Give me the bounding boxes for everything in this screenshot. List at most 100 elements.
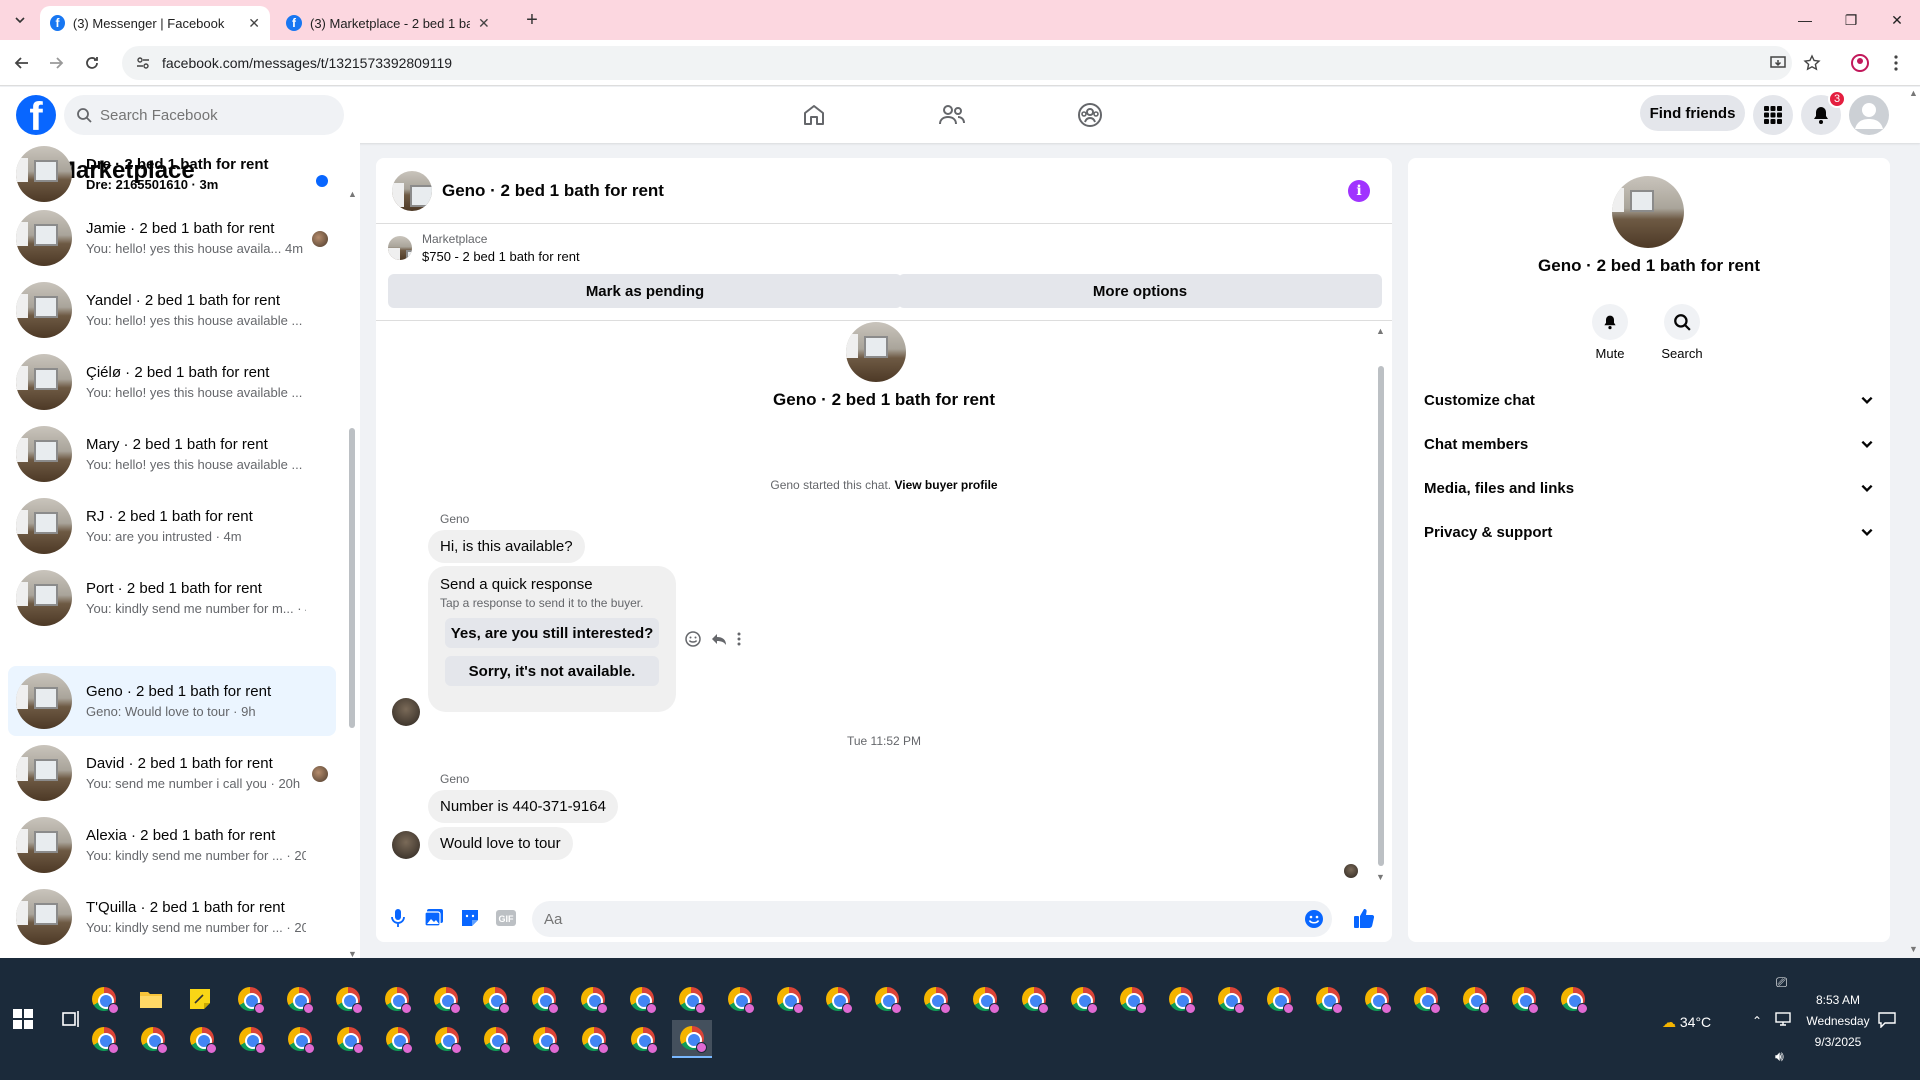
chrome-taskbar-app[interactable] [1014, 980, 1054, 1018]
scroll-up-arrow-icon[interactable]: ▲ [348, 189, 357, 199]
minimize-button[interactable]: — [1782, 0, 1828, 40]
nav-friends[interactable] [932, 95, 972, 135]
chrome-taskbar-app[interactable] [476, 1020, 516, 1058]
quick-response-yes-button[interactable]: Yes, are you still interested? [445, 618, 659, 648]
task-view-icon[interactable] [60, 1008, 82, 1030]
scrollbar-thumb[interactable] [349, 428, 355, 728]
facebook-search[interactable] [64, 95, 344, 135]
reply-icon[interactable] [710, 630, 728, 648]
device-icon[interactable]: ⎚ [1776, 974, 1787, 991]
chrome-taskbar-app[interactable] [720, 980, 760, 1018]
view-buyer-profile-link[interactable]: View buyer profile [894, 478, 997, 492]
facebook-logo[interactable]: f [16, 95, 56, 135]
chrome-taskbar-app[interactable] [623, 1020, 663, 1058]
chrome-taskbar-app[interactable] [328, 980, 368, 1018]
scroll-down-arrow-icon[interactable]: ▼ [1376, 872, 1385, 882]
conversation-item[interactable]: Dre · 2 bed 1 bath for rent Dre: 21655016… [8, 143, 336, 209]
chat-scrollbar[interactable]: ▲ ▼ [1376, 326, 1386, 886]
chrome-taskbar-app[interactable] [622, 980, 662, 1018]
close-tab-icon[interactable]: ✕ [248, 15, 260, 32]
search-input[interactable] [100, 106, 320, 124]
chrome-taskbar-app[interactable] [133, 1020, 173, 1058]
back-button[interactable] [10, 51, 34, 75]
scroll-down-arrow-icon[interactable]: ▼ [348, 949, 357, 958]
chrome-taskbar-app[interactable] [818, 980, 858, 1018]
conversation-item[interactable]: T'Quilla · 2 bed 1 bath for rent You: kin… [8, 882, 336, 952]
tab-search-button[interactable] [8, 8, 32, 32]
chrome-taskbar-app[interactable] [377, 980, 417, 1018]
chrome-taskbar-app[interactable] [965, 980, 1005, 1018]
customize-chat-section[interactable]: Customize chat [1424, 382, 1874, 418]
quick-response-no-button[interactable]: Sorry, it's not available. [445, 656, 659, 686]
browser-tab-marketplace[interactable]: f (3) Marketplace - 2 bed 1 bath ✕ [276, 6, 506, 40]
conversation-item[interactable]: Jamie · 2 bed 1 bath for rent You: hello!… [8, 203, 336, 273]
browser-tab-messenger[interactable]: f (3) Messenger | Facebook ✕ [40, 6, 270, 40]
sticky-notes-taskbar-app[interactable] [180, 980, 220, 1018]
message-input[interactable] [544, 910, 1264, 928]
chrome-taskbar-app[interactable] [916, 980, 956, 1018]
reload-button[interactable] [80, 51, 104, 75]
menu-button[interactable] [1753, 95, 1793, 135]
gif-button[interactable]: GIF [494, 906, 518, 930]
forward-button[interactable] [44, 51, 68, 75]
message-bubble[interactable]: Would love to tour [428, 827, 573, 860]
chrome-taskbar-app[interactable] [867, 980, 907, 1018]
react-emoji-icon[interactable] [684, 630, 702, 648]
mark-as-pending-button[interactable]: Mark as pending [388, 274, 902, 308]
chrome-taskbar-app[interactable] [1259, 980, 1299, 1018]
chrome-taskbar-app[interactable] [1357, 980, 1397, 1018]
chrome-taskbar-app[interactable] [1210, 980, 1250, 1018]
conversation-item[interactable]: Mary · 2 bed 1 bath for rent You: hello! … [8, 419, 336, 489]
chrome-taskbar-app[interactable] [475, 980, 515, 1018]
scroll-up-arrow-icon[interactable]: ▲ [1909, 88, 1918, 98]
profile-button[interactable] [1848, 51, 1872, 75]
conversation-item[interactable]: Yandel · 2 bed 1 bath for rent You: hello… [8, 275, 336, 345]
sticker-button[interactable] [458, 906, 482, 930]
chrome-taskbar-app[interactable] [279, 980, 319, 1018]
restore-button[interactable]: ❐ [1828, 0, 1874, 40]
profile-avatar[interactable] [1612, 176, 1684, 248]
chrome-taskbar-app[interactable] [230, 980, 270, 1018]
search-action[interactable]: Search [1652, 304, 1712, 361]
network-icon[interactable] [1775, 1012, 1791, 1026]
conversation-item-selected[interactable]: Geno · 2 bed 1 bath for rent Geno: Would … [8, 666, 336, 736]
conversation-item[interactable]: RJ · 2 bed 1 bath for rent You: are you i… [8, 491, 336, 561]
conversation-item[interactable]: Çiélø · 2 bed 1 bath for rent You: hello!… [8, 347, 336, 417]
close-window-button[interactable]: ✕ [1874, 0, 1920, 40]
chrome-taskbar-app[interactable] [1161, 980, 1201, 1018]
more-options-button[interactable]: More options [898, 274, 1382, 308]
chrome-taskbar-app[interactable] [574, 1020, 614, 1058]
chrome-taskbar-app[interactable] [1112, 980, 1152, 1018]
chrome-taskbar-app[interactable] [1553, 980, 1593, 1018]
chrome-taskbar-app[interactable] [280, 1020, 320, 1058]
weather-widget[interactable]: ☁ 34°C [1662, 1014, 1711, 1031]
browser-menu-button[interactable] [1884, 51, 1908, 75]
conversation-item[interactable]: Port · 2 bed 1 bath for rent You: kindly … [8, 563, 336, 633]
chat-members-section[interactable]: Chat members [1424, 426, 1874, 462]
privacy-support-section[interactable]: Privacy & support [1424, 514, 1874, 550]
new-tab-button[interactable]: + [520, 8, 544, 32]
windows-start-icon[interactable] [12, 1008, 34, 1030]
chrome-taskbar-app[interactable] [573, 980, 613, 1018]
show-hidden-icons[interactable]: ⌃ [1752, 1014, 1762, 1028]
close-tab-icon[interactable]: ✕ [478, 15, 490, 32]
clock[interactable]: 8:53 AM Wednesday 9/3/2025 [1802, 990, 1874, 1053]
message-bubble[interactable]: Number is 440-371-9164 [428, 790, 618, 823]
media-files-links-section[interactable]: Media, files and links [1424, 470, 1874, 506]
find-friends-button[interactable]: Find friends [1640, 95, 1745, 131]
volume-icon[interactable]: 🔊︎ [1775, 1048, 1784, 1065]
emoji-icon[interactable] [1304, 909, 1324, 929]
scroll-down-arrow-icon[interactable]: ▼ [1909, 944, 1918, 954]
chrome-taskbar-app[interactable] [329, 1020, 369, 1058]
chrome-taskbar-app[interactable] [1406, 980, 1446, 1018]
attach-photo-button[interactable] [422, 906, 446, 930]
chrome-taskbar-app[interactable] [524, 980, 564, 1018]
listing-summary[interactable]: Marketplace $750 - 2 bed 1 bath for rent [388, 232, 580, 264]
scroll-up-arrow-icon[interactable]: ▲ [1376, 326, 1385, 336]
install-app-button[interactable] [1766, 51, 1790, 75]
chrome-taskbar-app[interactable] [378, 1020, 418, 1058]
chrome-taskbar-app[interactable] [427, 1020, 467, 1058]
chrome-taskbar-app[interactable] [1504, 980, 1544, 1018]
info-icon[interactable]: i [1348, 180, 1370, 202]
sender-avatar[interactable] [392, 831, 420, 859]
